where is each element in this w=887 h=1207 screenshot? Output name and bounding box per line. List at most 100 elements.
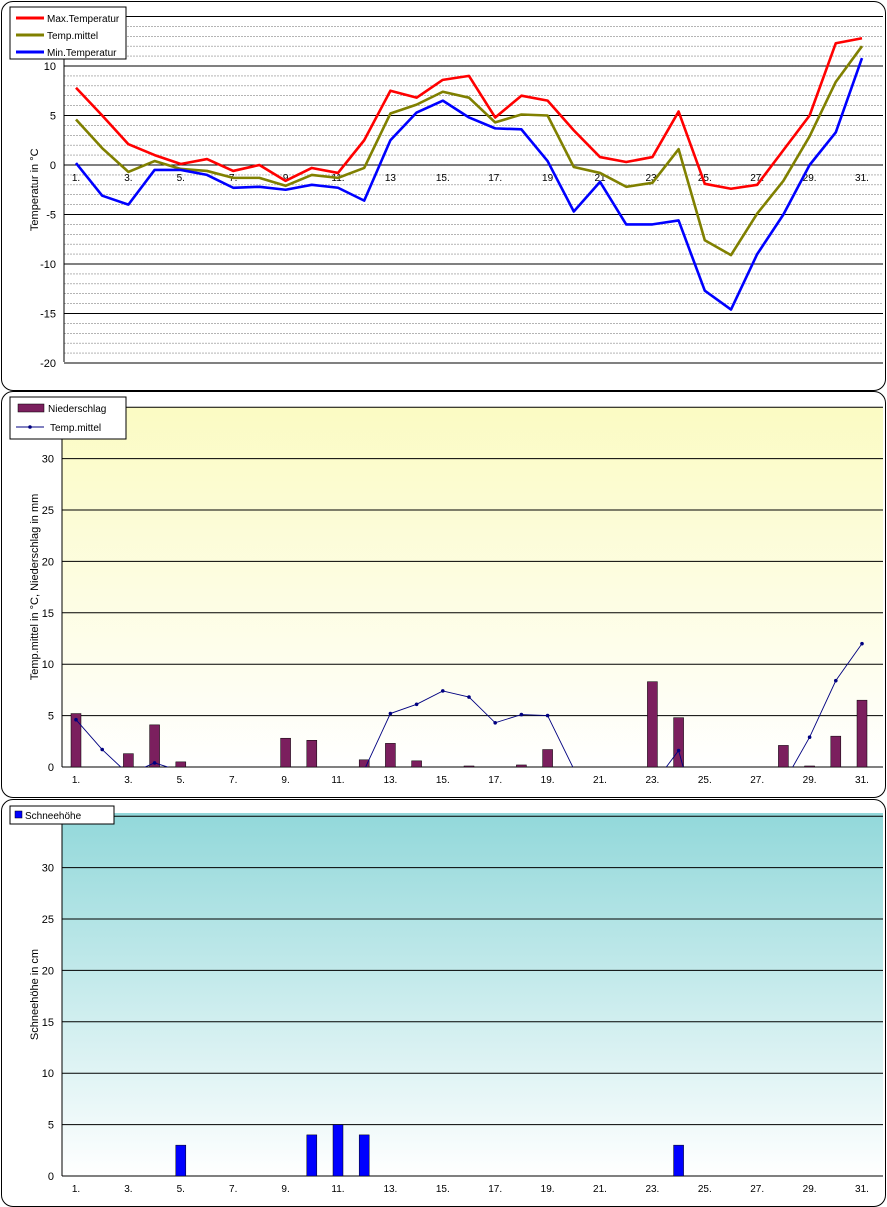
precipitation-bar (778, 745, 789, 768)
precipitation-bar (647, 681, 658, 768)
x-tick-label: 19 (542, 173, 554, 184)
temperature-point (152, 761, 157, 765)
x-tick-label: 13. (383, 775, 397, 786)
x-tick-label: 31. (855, 1184, 869, 1195)
x-tick-label: 7. (229, 1184, 237, 1195)
x-tick-label: 13. (383, 1184, 397, 1195)
y-tick-label: 25 (42, 914, 54, 926)
x-tick-label: 19. (541, 1184, 555, 1195)
x-tick-label: 21. (593, 775, 607, 786)
x-tick-label: 31. (855, 775, 869, 786)
y-tick-label: 15 (42, 1017, 54, 1029)
y-tick-label: -15 (40, 309, 56, 321)
temperature-chart: -20-15-10-505101. 3. 5. 7. 9 11. 13 15. 17. 19 21 2… (9, 6, 883, 370)
y-tick-label: 30 (42, 454, 54, 466)
legend-swatch (14, 810, 23, 819)
precipitation-bar (123, 753, 134, 768)
x-tick-label: 17. (488, 173, 502, 184)
x-tick-label: 25. (698, 775, 712, 786)
y-tick-label: -20 (40, 358, 56, 370)
y-tick-label: 5 (50, 111, 56, 123)
snow-depth-bar (306, 1134, 318, 1177)
x-tick-label: 1. (72, 173, 80, 184)
precipitation-chart-panel: 0 5 10 15 20 25 30 1. 3. 5. 7. 9. 11. 13. 15. 17. 19. 21.… (1, 391, 886, 798)
x-tick-label: 17. (488, 775, 502, 786)
temperature-point (493, 720, 498, 725)
precipitation-bar (175, 761, 187, 768)
x-tick-label: 7. (229, 775, 237, 786)
temperature-point (388, 711, 393, 716)
x-tick-label: 21. (593, 1184, 607, 1195)
y-tick-label: 0 (50, 160, 56, 172)
precipitation-bar (463, 765, 475, 768)
y-tick-label: 5 (48, 711, 54, 723)
x-tick-label: 5. (177, 1184, 185, 1195)
temperature-point (467, 695, 471, 699)
x-tick-label: 15. (436, 775, 450, 786)
x-tick-label: 25. (698, 1184, 712, 1195)
y-tick-label: 0 (48, 762, 54, 774)
legend-label: Max.Temperatur (47, 14, 120, 25)
precipitation-bar (70, 713, 82, 768)
temperature-point (100, 747, 104, 752)
x-tick-label: 17. (488, 1184, 502, 1195)
y-tick-label: 25 (42, 505, 54, 517)
precipitation-bar (280, 737, 291, 768)
plot-area (62, 407, 883, 767)
legend-label: Temp.mittel (47, 31, 98, 42)
y-tick-label: 10 (42, 1068, 54, 1080)
snow-depth-bar (175, 1144, 187, 1177)
snow-depth-bar (332, 1124, 344, 1177)
x-tick-label: 19. (541, 775, 555, 786)
temperature-chart-panel: -20 -15 -10 -5 0 5 10 1. 3. 5. 7. 9 11. 13 15. 17. 19 21 2… (1, 1, 886, 391)
temperature-point (441, 689, 445, 693)
x-tick-label: 9. (281, 1184, 289, 1195)
x-tick-label: 1. (72, 1184, 80, 1195)
x-tick-label: 23. (645, 775, 659, 786)
precipitation-bar (306, 740, 318, 768)
precipitation-chart: 0 5 10 15 20 25 30 1. 3. 5. 7. 9. 11. 13. 15. 17. 19. 21.… (9, 396, 883, 786)
x-tick-label: 1. (72, 775, 80, 786)
temperature-point (519, 712, 524, 717)
precipitation-bar (411, 760, 422, 768)
y-tick-label: 15 (42, 608, 54, 620)
precipitation-bar (542, 749, 553, 768)
x-tick-label: 3. (124, 173, 132, 184)
temperature-point (74, 717, 78, 722)
y-tick-label: 10 (44, 61, 56, 73)
precipitation-bar (149, 724, 160, 768)
x-tick-label: 29. (803, 775, 817, 786)
snow-depth-chart-panel: 0 5 10 15 20 25 30 1. 3. 5. 7. 9. 11. 13. 15. 17. 19. 21.… (1, 799, 886, 1207)
y-tick-label: -10 (40, 259, 56, 271)
temperature-point (545, 713, 550, 718)
legend-label: Temp.mittel (50, 423, 101, 434)
y-axis-label: Temp.mittel in °C, Niederschlag in mm (29, 494, 41, 681)
x-tick-label: 5. (177, 775, 185, 786)
temperature-point (676, 748, 681, 753)
y-axis-label: Schneehöhe in cm (29, 949, 41, 1040)
legend-label: Schneehöhe (25, 811, 82, 822)
legend-swatch-marker (28, 425, 32, 429)
precipitation-bar (804, 765, 815, 768)
x-tick-label: 9. (281, 775, 289, 786)
x-tick-label: 23. (645, 1184, 659, 1195)
temperature-point (807, 735, 812, 739)
precipitation-bar (830, 735, 842, 768)
x-tick-label: 3. (124, 1184, 132, 1195)
precipitation-bar (673, 717, 684, 768)
y-tick-label: 30 (42, 863, 54, 875)
y-tick-label: -5 (46, 210, 56, 222)
x-tick-label: 3. (124, 775, 132, 786)
legend-swatch (17, 403, 45, 413)
y-tick-label: 0 (48, 1171, 54, 1183)
x-tick-label: 5. (177, 173, 185, 184)
x-tick-label: 31. (855, 173, 869, 184)
snow-depth-bar (358, 1134, 370, 1177)
x-tick-label: 11. (331, 775, 344, 786)
snow-depth-bar (673, 1144, 684, 1177)
y-tick-label: 20 (42, 556, 54, 568)
y-tick-label: 5 (48, 1120, 54, 1132)
precipitation-bar (516, 764, 527, 768)
temperature-point (860, 641, 864, 646)
x-tick-label: 15. (436, 1184, 450, 1195)
